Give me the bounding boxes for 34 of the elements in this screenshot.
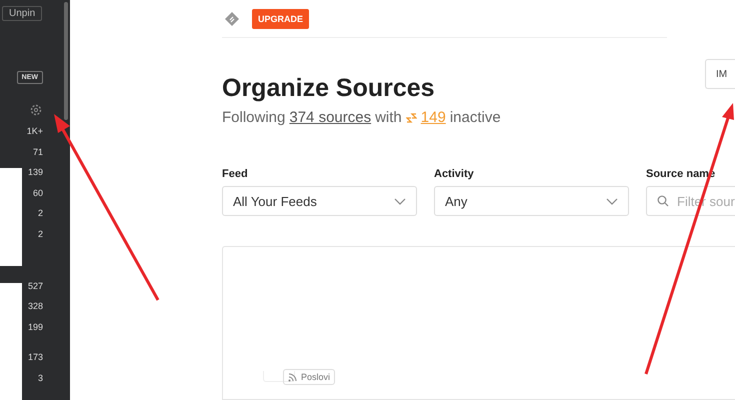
subtitle-text: inactive xyxy=(450,109,501,126)
settings-icon[interactable] xyxy=(30,104,42,116)
filter-label: Activity xyxy=(434,168,475,180)
count: 139 xyxy=(28,166,43,180)
subtitle-text: with xyxy=(375,109,402,126)
count: 173 xyxy=(28,351,43,364)
search-icon xyxy=(657,195,669,208)
count: 60 xyxy=(32,186,43,200)
chevron-down-icon xyxy=(394,198,406,205)
count: 3 xyxy=(38,372,43,385)
select-field[interactable]: Any xyxy=(434,186,629,216)
logo-icon xyxy=(224,10,240,27)
action-button[interactable]: IM xyxy=(705,59,735,90)
count: 71 xyxy=(32,146,43,159)
rss-icon xyxy=(288,372,297,382)
feed-tag[interactable]: Poslovi xyxy=(283,369,336,386)
count: 1K+ xyxy=(26,125,43,138)
scrollbar[interactable] xyxy=(64,2,68,120)
sleep-icon xyxy=(406,112,417,123)
filter-label: Feed xyxy=(222,168,249,180)
select-value: Any xyxy=(445,194,468,209)
sources-link[interactable]: 374 sources xyxy=(289,109,372,126)
count: 328 xyxy=(28,300,43,314)
count: 527 xyxy=(28,280,43,293)
chevron-down-icon xyxy=(606,198,618,205)
unpin-button[interactable]: Unpin xyxy=(2,6,42,21)
blank-tag xyxy=(263,371,295,382)
count: 199 xyxy=(28,320,43,334)
select-value: All Your Feeds xyxy=(233,194,317,209)
page-title: Organize Sources xyxy=(222,74,436,104)
subtitle-text: Following xyxy=(222,109,286,126)
count: 2 xyxy=(38,228,43,241)
count: 2 xyxy=(38,207,43,220)
select-field[interactable]: All Your Feeds xyxy=(222,186,417,216)
